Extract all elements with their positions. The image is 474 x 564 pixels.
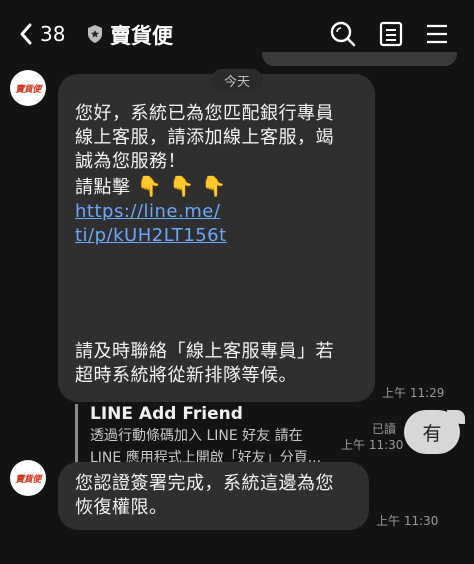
message-line: 線上客服，請添加線上客服，竭: [75, 127, 334, 148]
message-line: 恢復權限。: [75, 497, 168, 518]
link-preview-card[interactable]: LINE Add Friend 透過行動條碼加入 LINE 好友 請在 LINE…: [75, 404, 360, 466]
read-receipt: 已讀: [372, 422, 397, 436]
previous-message-bubble: [262, 52, 457, 66]
avatar[interactable]: 賣貨便: [10, 460, 46, 496]
message-text-fragment: 請點擊: [75, 177, 131, 198]
message-line: 請及時聯絡「線上客服專員」若: [75, 341, 334, 362]
message-line: 超時系統將從新排隊等候。: [75, 365, 297, 386]
link-preview-title: LINE Add Friend: [90, 404, 243, 424]
own-message-bubble[interactable]: 有: [404, 410, 460, 454]
date-separator: 今天: [211, 69, 263, 91]
menu-button[interactable]: [424, 20, 452, 48]
message-text: 有: [422, 422, 442, 445]
message-text: 請及時聯絡「線上客服專員」若 超時系統將從新排隊等候。: [75, 340, 365, 388]
message-text: 您認證簽署完成，系統這邊為您 恢復權限。: [75, 472, 360, 520]
avatar-label: 賣貨便: [15, 474, 41, 485]
notes-button[interactable]: [378, 20, 406, 48]
shield-icon: [86, 24, 104, 48]
message-bubble[interactable]: 您認證簽署完成，系統這邊為您 恢復權限。: [58, 462, 369, 530]
notes-icon: [379, 21, 403, 47]
unread-count: 38: [40, 22, 66, 46]
search-button[interactable]: [329, 20, 357, 48]
message-line: 請點擊 👇 👇 👇 https://line.me/: [75, 174, 365, 224]
chat-title: 賣貨便: [110, 24, 173, 48]
link-preview-description: 透過行動條碼加入 LINE 好友 請在: [90, 428, 303, 444]
message-bubble[interactable]: 您好，系統已為您匹配銀行專員 線上客服，請添加線上客服，竭 誠為您服務！ 請點擊…: [58, 74, 375, 466]
avatar-label: 賣貨便: [15, 84, 41, 95]
avatar[interactable]: 賣貨便: [10, 70, 46, 106]
message-timestamp: 上午 11:29: [382, 386, 445, 400]
message-line: 您認證簽署完成，系統這邊為您: [75, 473, 334, 494]
back-button[interactable]: 38: [18, 20, 65, 48]
back-chevron-icon: [20, 23, 32, 45]
pointing-down-icon: 👇 👇 👇: [136, 174, 227, 198]
search-icon: [330, 21, 356, 47]
message-timestamp: 上午 11:30: [376, 514, 439, 528]
message-line: 誠為您服務！: [75, 151, 186, 172]
message-timestamp: 上午 11:30: [341, 438, 404, 452]
message-text: 您好，系統已為您匹配銀行專員 線上客服，請添加線上客服，竭 誠為您服務！ 請點擊…: [75, 102, 365, 248]
menu-icon: [427, 24, 447, 44]
message-link[interactable]: https://line.me/: [75, 201, 220, 222]
message-link[interactable]: ti/p/kUH2LT156t: [75, 225, 227, 246]
bottom-area: [0, 548, 474, 564]
message-line: 您好，系統已為您匹配銀行專員: [75, 103, 334, 124]
